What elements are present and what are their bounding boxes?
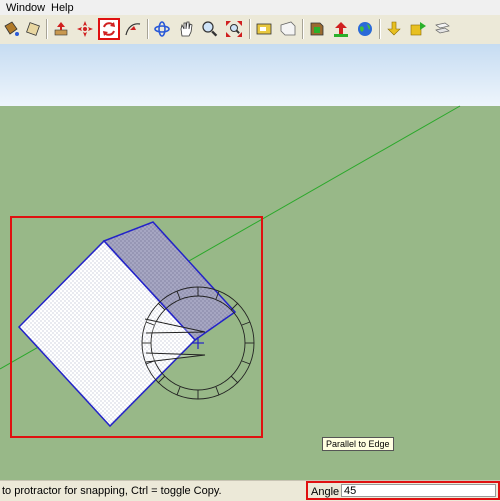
status-hint: to protractor for snapping, Ctrl = toggl…: [2, 485, 222, 497]
menu-help[interactable]: Help: [51, 2, 74, 14]
export-icon[interactable]: [407, 18, 429, 40]
main-toolbar: [0, 15, 500, 45]
sky: [0, 44, 500, 106]
menu-window[interactable]: Window: [6, 2, 45, 14]
layers-icon[interactable]: [431, 18, 453, 40]
warehouse-icon[interactable]: [277, 18, 299, 40]
vcb-angle-input[interactable]: [341, 484, 496, 497]
component-icon[interactable]: [253, 18, 275, 40]
drawing-viewport[interactable]: Parallel to Edge: [0, 44, 500, 480]
paint-bucket-icon[interactable]: [0, 18, 22, 40]
push-pull-icon[interactable]: [50, 18, 72, 40]
zoom-extents-icon[interactable]: [223, 18, 245, 40]
follow-me-icon[interactable]: [122, 18, 144, 40]
menu-bar: Window Help: [0, 0, 500, 15]
pan-icon[interactable]: [175, 18, 197, 40]
rotate-icon[interactable]: [98, 18, 120, 40]
move-icon[interactable]: [74, 18, 96, 40]
import-icon[interactable]: [383, 18, 405, 40]
measurements-box: Angle: [306, 481, 500, 500]
zoom-icon[interactable]: [199, 18, 221, 40]
share-model-icon[interactable]: [330, 18, 352, 40]
get-models-icon[interactable]: [306, 18, 328, 40]
eraser-icon[interactable]: [22, 18, 44, 40]
earth-icon[interactable]: [354, 18, 376, 40]
orbit-icon[interactable]: [151, 18, 173, 40]
vcb-label: Angle: [311, 486, 340, 498]
inference-tooltip: Parallel to Edge: [322, 437, 394, 451]
